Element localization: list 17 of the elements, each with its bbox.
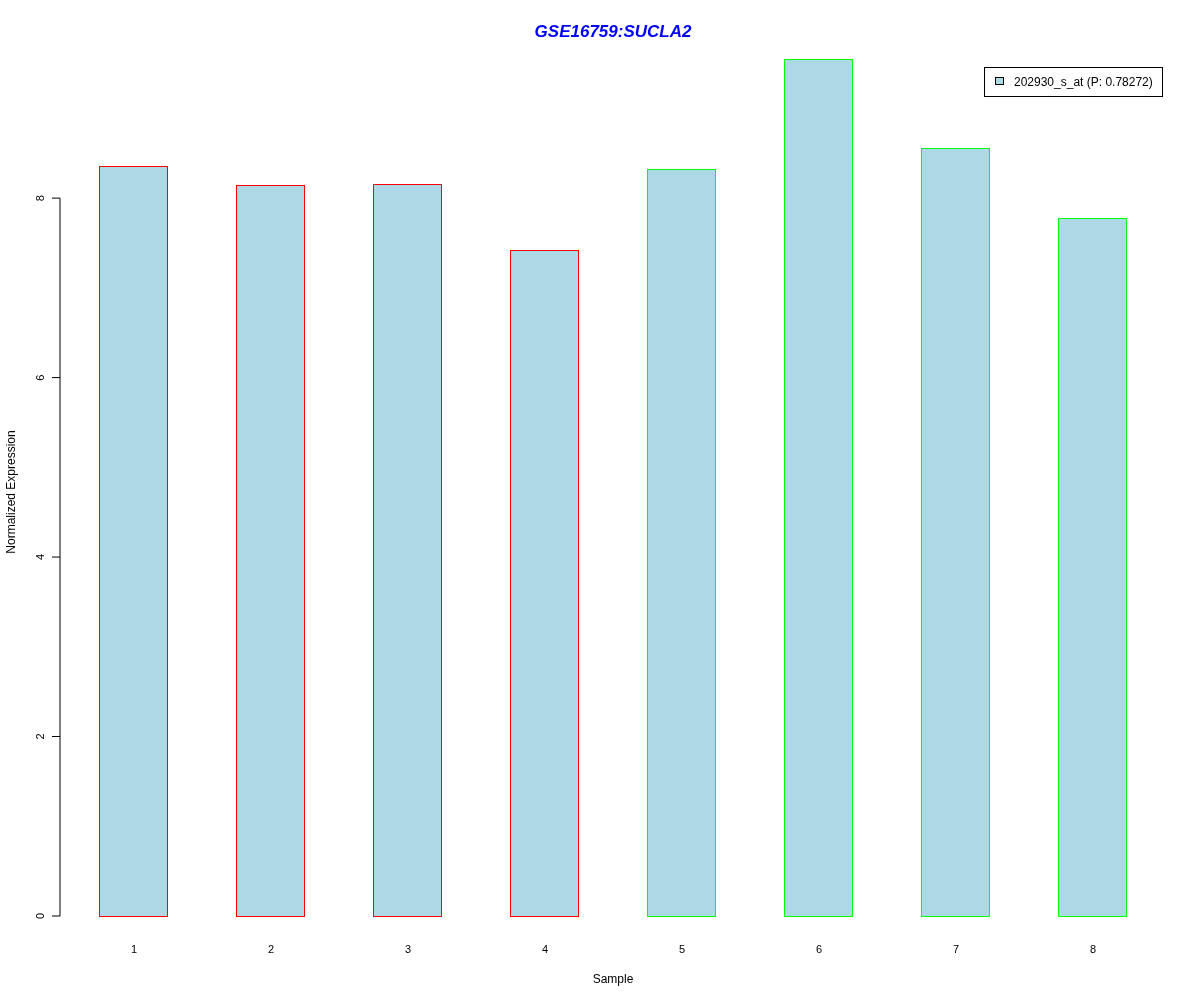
x-tick-label: 8 [1089, 943, 1097, 955]
y-tick-label: 8 [34, 195, 46, 202]
y-tick-label: 6 [34, 374, 46, 381]
x-tick-label: 6 [815, 943, 823, 955]
chart-title: GSE16759:SUCLA2 [534, 22, 692, 41]
x-tick-label: 3 [404, 943, 412, 955]
x-tick-label: 4 [541, 943, 549, 955]
y-tick-label: 2 [34, 733, 46, 740]
y-tick-label: 0 [34, 912, 46, 920]
y-tick-label: 4 [34, 554, 46, 561]
x-tick-label: 7 [952, 943, 960, 955]
x-tick-label: 1 [130, 943, 138, 955]
x-axis-label: Sample [592, 972, 634, 986]
x-tick-label: 5 [678, 943, 686, 955]
x-tick-label: 2 [267, 943, 275, 955]
legend-label: 202930_s_at (P: 0.78272) [1014, 75, 1153, 89]
y-axis-label: Normalized Expression [4, 430, 18, 554]
